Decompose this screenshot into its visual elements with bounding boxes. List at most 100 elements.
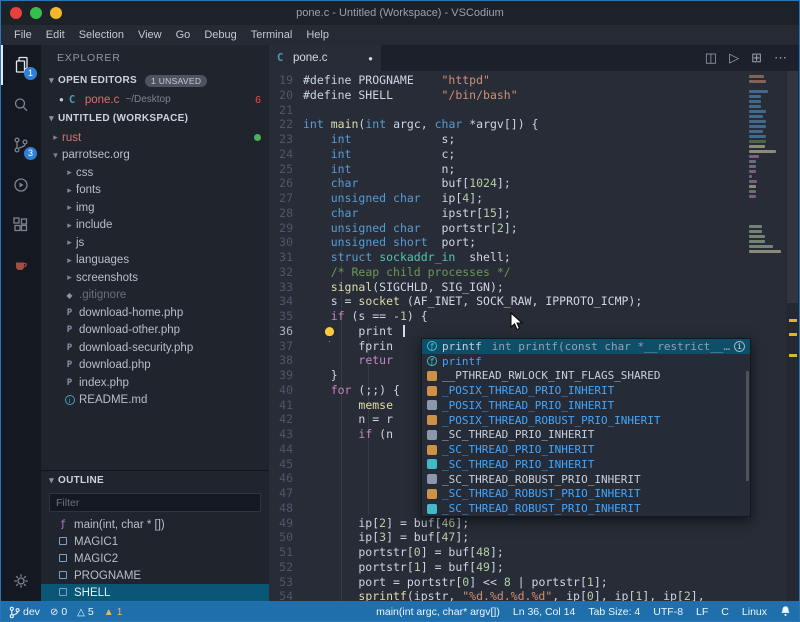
line-number[interactable]: 27 [269,191,303,206]
line-number[interactable]: 36 [269,324,303,339]
line-number[interactable]: 40 [269,383,303,398]
line-number[interactable]: 50 [269,530,303,545]
tree-file-download-other.php[interactable]: Pdownload-other.php [41,322,269,340]
error-status-item[interactable]: ⊘0 [50,606,67,618]
code-line-23[interactable]: 23 int s; [269,132,799,147]
open-editors-header[interactable]: ▾ OPEN EDITORS 1 UNSAVED [41,71,269,90]
code-line-26[interactable]: 26 char buf[1024]; [269,176,799,191]
suggest-item[interactable]: _SC_THREAD_PRIO_INHERIT [422,442,750,457]
line-number[interactable]: 38 [269,353,303,368]
line-number[interactable]: 39 [269,368,303,383]
code-line-25[interactable]: 25 int n; [269,162,799,177]
line-number[interactable]: 51 [269,545,303,560]
notifications-bell-icon[interactable] [780,605,791,620]
outline-item-magic1[interactable]: MAGIC1 [41,533,269,550]
suggest-item[interactable]: __PTHREAD_RWLOCK_INT_FLAGS_SHARED [422,369,750,384]
tree-folder-screenshots[interactable]: ▸screenshots [41,269,269,287]
tree-folder-include[interactable]: ▸include [41,217,269,235]
line-number[interactable]: 49 [269,516,303,531]
menu-go[interactable]: Go [169,29,198,41]
line-number[interactable]: 31 [269,250,303,265]
explorer-activity-button[interactable]: 1 [1,45,41,85]
workspace-header[interactable]: ▾ UNTITLED (WORKSPACE) [41,109,269,128]
menu-debug[interactable]: Debug [197,29,243,41]
code-line-54[interactable]: 54 sprintf(ipstr, "%d.%d.%d.%d", ip[0], … [269,589,799,601]
suggest-item[interactable]: _SC_THREAD_ROBUST_PRIO_INHERIT [422,472,750,487]
line-number[interactable]: 21 [269,103,303,118]
line-number[interactable]: 41 [269,398,303,413]
line-number[interactable]: 28 [269,206,303,221]
code-line-32[interactable]: 32 /* Reap child processes */ [269,265,799,280]
menu-view[interactable]: View [131,29,169,41]
tree-file-.gitignore[interactable]: ◆.gitignore [41,287,269,305]
tab-pone-c[interactable]: C pone.c ● [269,45,381,71]
code-line-51[interactable]: 51 portstr[0] = buf[48]; [269,545,799,560]
line-number[interactable]: 32 [269,265,303,280]
line-number[interactable]: 34 [269,294,303,309]
line-number[interactable]: 42 [269,412,303,427]
line-number[interactable]: 45 [269,457,303,472]
outline-item-magic2[interactable]: MAGIC2 [41,550,269,567]
menu-terminal[interactable]: Terminal [244,29,300,41]
suggest-item[interactable]: _SC_THREAD_ROBUST_PRIO_INHERIT [422,501,750,516]
tab-size-status-item[interactable]: Tab Size: 4 [588,606,640,618]
line-number[interactable]: 20 [269,88,303,103]
suggest-item[interactable]: _SC_THREAD_PRIO_INHERIT [422,428,750,443]
code-line-24[interactable]: 24 int c; [269,147,799,162]
dirty-indicator-icon[interactable]: ● [59,95,64,104]
tree-folder-parrotsec.org[interactable]: ▾parrotsec.org [41,147,269,165]
extensions-activity-button[interactable] [1,205,41,245]
code-line-29[interactable]: 29 unsigned char portstr[2]; [269,221,799,236]
line-number[interactable]: 46 [269,471,303,486]
open-editor-item[interactable]: ● C pone.c ~/Desktop 6 [41,90,269,109]
line-number[interactable]: 22 [269,117,303,132]
title-bar[interactable]: pone.c - Untitled (Workspace) - VSCodium [1,1,799,25]
menu-file[interactable]: File [7,29,39,41]
line-number[interactable]: 35 [269,309,303,324]
code-line-34[interactable]: 34 s = socket (AF_INET, SOCK_RAW, IPPROT… [269,294,799,309]
code-line-19[interactable]: 19#define PROGNAME "httpd" [269,73,799,88]
alert-status-item[interactable]: ▲1 [104,606,123,618]
more-actions-icon[interactable]: ⋯ [774,50,787,66]
scrollbar-thumb[interactable] [787,71,798,303]
line-number[interactable]: 29 [269,221,303,236]
line-number[interactable]: 25 [269,162,303,177]
tree-folder-languages[interactable]: ▸languages [41,252,269,270]
search-activity-button[interactable] [1,85,41,125]
line-number[interactable]: 54 [269,589,303,601]
suggest-scrollbar[interactable] [746,371,749,481]
extension-extra-activity-button[interactable] [1,245,41,285]
line-number[interactable]: 47 [269,486,303,501]
suggest-item-selected[interactable]: ƒ printf int printf(const char *__restri… [422,339,750,354]
debug-activity-button[interactable] [1,165,41,205]
line-number[interactable]: 44 [269,442,303,457]
branch-status-item[interactable]: dev [9,606,40,619]
settings-activity-button[interactable] [1,561,41,601]
code-line-49[interactable]: 49 ip[2] = buf[46]; [269,516,799,531]
line-number[interactable]: 33 [269,280,303,295]
code-line-20[interactable]: 20#define SHELL "/bin/bash" [269,88,799,103]
code-line-22[interactable]: 22int main(int argc, char *argv[]) { [269,117,799,132]
tree-folder-img[interactable]: ▸img [41,199,269,217]
suggest-item[interactable]: _SC_THREAD_ROBUST_PRIO_INHERIT [422,487,750,502]
minimap[interactable] [749,75,785,255]
line-number[interactable]: 37 [269,339,303,354]
code-line-35[interactable]: 35 if (s == -1) { [269,309,799,324]
menu-selection[interactable]: Selection [72,29,131,41]
source-control-activity-button[interactable]: 3 [1,125,41,165]
warning-status-item[interactable]: △5 [77,606,94,618]
tree-folder-js[interactable]: ▸js [41,234,269,252]
tab-dirty-indicator[interactable]: ● [368,54,373,63]
tree-file-download.php[interactable]: Pdownload.php [41,357,269,375]
outline-item-shell[interactable]: SHELL [41,584,269,601]
outline-filter-input[interactable] [49,493,261,512]
line-number[interactable]: 23 [269,132,303,147]
line-number[interactable]: 24 [269,147,303,162]
code-line-36[interactable]: 36 print [269,324,799,339]
code-line-30[interactable]: 30 unsigned short port; [269,235,799,250]
suggest-item[interactable]: _SC_THREAD_PRIO_INHERIT [422,457,750,472]
tree-file-README.md[interactable]: iREADME.md [41,392,269,410]
info-icon[interactable]: i [734,341,745,352]
code-line-21[interactable]: 21 [269,103,799,118]
code-line-52[interactable]: 52 portstr[1] = buf[49]; [269,560,799,575]
